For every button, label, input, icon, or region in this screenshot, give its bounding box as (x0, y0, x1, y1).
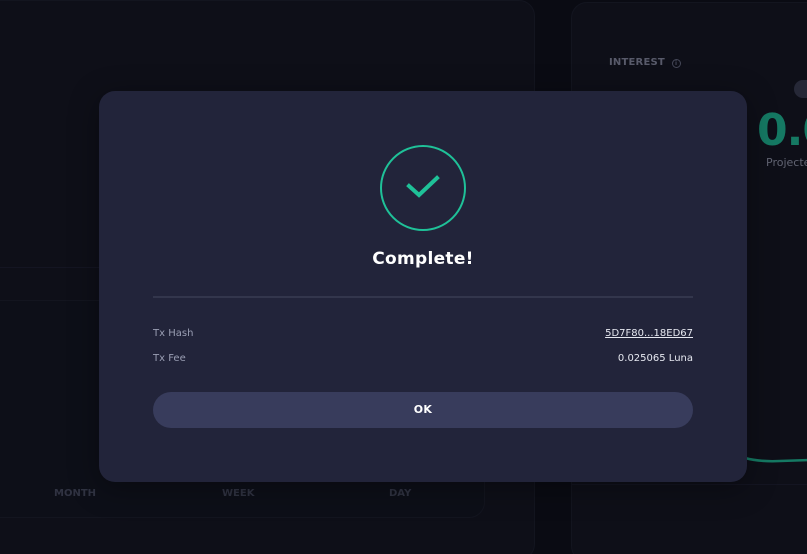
transaction-complete-modal: Complete! Tx Hash 5D7F80...18ED67 Tx Fee… (99, 91, 747, 482)
tx-hash-label: Tx Hash (153, 328, 194, 339)
tx-hash-link[interactable]: 5D7F80...18ED67 (605, 328, 693, 339)
modal-divider (153, 296, 693, 298)
checkmark-icon (406, 175, 440, 198)
tx-fee-label: Tx Fee (153, 353, 186, 364)
modal-title: Complete! (372, 249, 474, 269)
tx-fee-value: 0.025065 Luna (617, 353, 693, 364)
success-circle (380, 145, 466, 231)
ok-button[interactable]: OK (153, 392, 693, 428)
